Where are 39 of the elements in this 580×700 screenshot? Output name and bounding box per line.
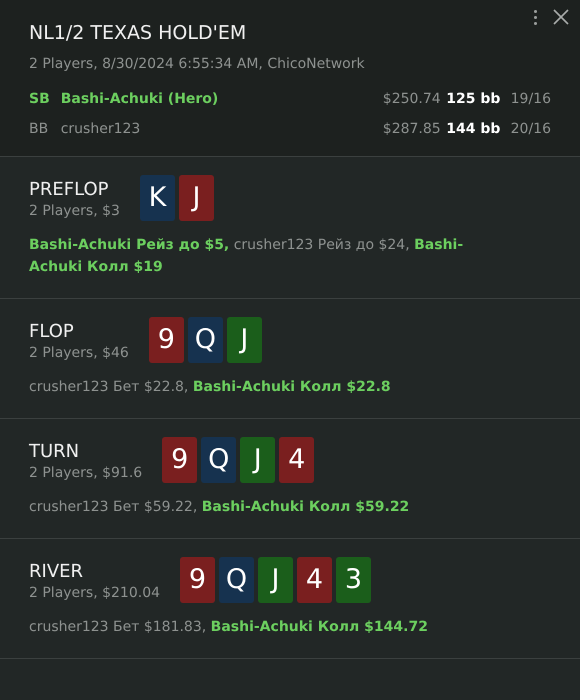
player-big-blinds: 125 bb [446, 90, 502, 109]
playing-card: K [140, 175, 175, 221]
player-name: crusher123 [60, 120, 142, 139]
game-title: NL1/2 TEXAS HOLD'EM [29, 21, 248, 46]
action-line: Bashi-Achuki Рейз до $5, crusher123 Рейз до $24, Bashi-Achuki Колл $19 [29, 236, 464, 277]
playing-card: Q [188, 317, 223, 363]
player-position: BB [29, 120, 50, 139]
street-name: PREFLOP [29, 179, 110, 201]
street-name: RIVER [29, 561, 84, 583]
player-stat: 20/16 [510, 120, 551, 139]
player-position: SB [29, 90, 51, 109]
playing-card: 4 [297, 557, 332, 603]
playing-card: 9 [148, 317, 184, 363]
action-line: crusher123 Бет $22.8, Bashi-Achuki Колл $22.8 [29, 378, 392, 397]
street-info: 2 Players, $46 [29, 344, 129, 363]
playing-card: 9 [162, 437, 198, 483]
street-info: 2 Players, $91.6 [29, 464, 142, 483]
playing-card: J [226, 317, 262, 363]
player-stat: 19/16 [510, 90, 551, 109]
player-name: Bashi-Achuki (Hero) [60, 90, 220, 109]
player-stack: $250.74 [382, 90, 442, 109]
game-info: 2 Players, 8/30/2024 6:55:34 AM, ChicoNetwork [29, 55, 366, 74]
playing-card: J [178, 175, 214, 221]
playing-card: 4 [279, 437, 314, 483]
player-big-blinds: 144 bb [446, 120, 502, 139]
playing-card: Q [219, 557, 254, 603]
playing-card: 9 [180, 557, 216, 603]
street-info: 2 Players, $3 [29, 202, 120, 221]
close-icon[interactable] [552, 8, 570, 26]
playing-card: Q [201, 437, 236, 483]
playing-card: J [258, 557, 294, 603]
playing-card: J [240, 437, 276, 483]
action-line: crusher123 Бет $181.83, Bashi-Achuki Колл $144.72 [29, 618, 429, 637]
playing-card: 3 [336, 557, 372, 603]
action-line: crusher123 Бет $59.22, Bashi-Achuki Колл $59.22 [29, 498, 410, 517]
street-info: 2 Players, $210.04 [29, 584, 160, 603]
street-name: FLOP [29, 321, 75, 343]
street-name: TURN [29, 441, 80, 463]
player-stack: $287.85 [382, 120, 442, 139]
